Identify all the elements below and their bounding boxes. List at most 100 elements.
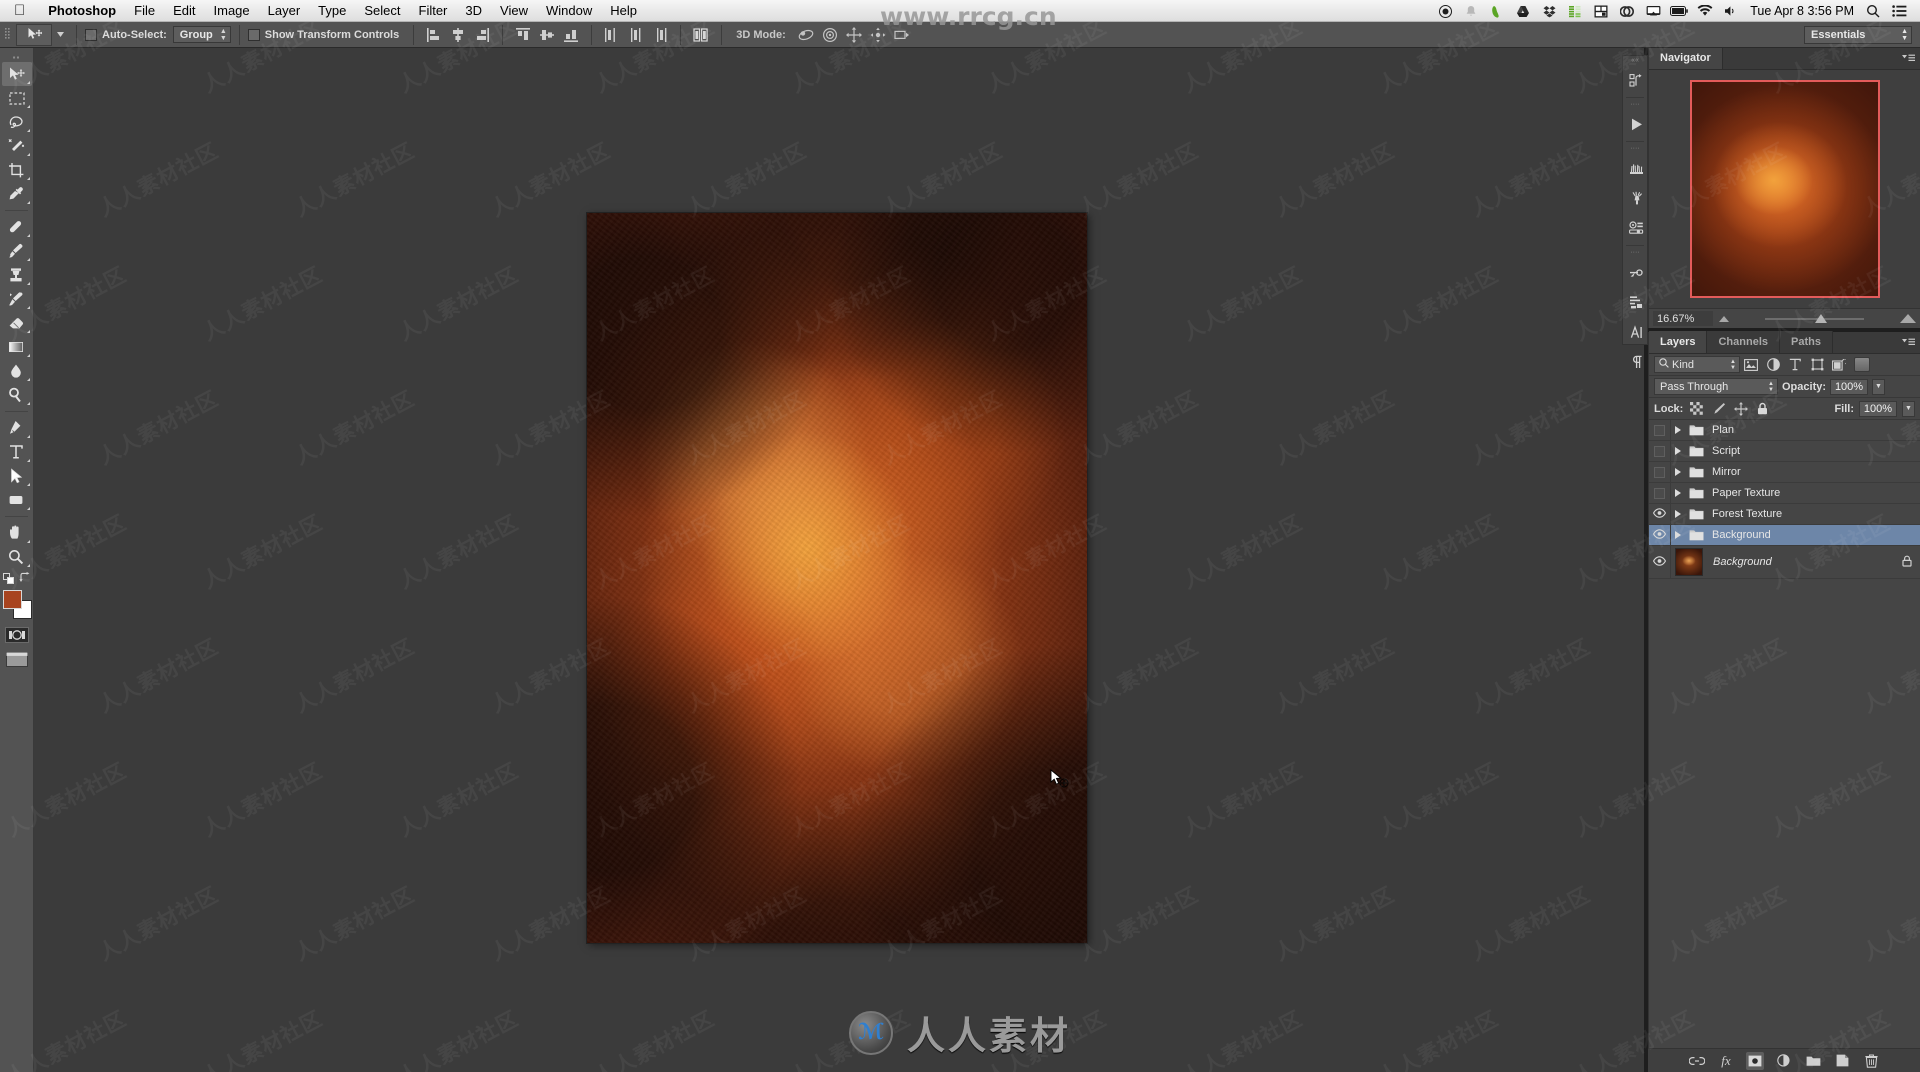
- tab-layers[interactable]: Layers: [1649, 331, 1708, 353]
- pan-3d-icon[interactable]: [843, 25, 865, 45]
- zoom-slider-handle[interactable]: [1814, 314, 1827, 323]
- add-layer-mask-icon[interactable]: [1746, 1051, 1764, 1070]
- screen-mode-icon[interactable]: [4, 649, 30, 669]
- distribute-center-icon[interactable]: [625, 25, 647, 45]
- layer-thumbnail[interactable]: [1675, 548, 1703, 576]
- rectangular-marquee-tool-icon[interactable]: [2, 86, 32, 110]
- scale-3d-icon[interactable]: [891, 25, 913, 45]
- dock-expand-grip[interactable]: ««: [1623, 56, 1647, 65]
- menu-view[interactable]: View: [491, 0, 537, 22]
- layer-row[interactable]: Plan: [1649, 420, 1920, 441]
- blur-tool-icon[interactable]: [2, 359, 32, 383]
- tab-navigator[interactable]: Navigator: [1649, 47, 1723, 69]
- magic-wand-tool-icon[interactable]: [2, 134, 32, 158]
- filter-pixel-layers-icon[interactable]: [1740, 356, 1762, 374]
- google-drive-icon[interactable]: [1510, 0, 1536, 22]
- swap-colors-icon[interactable]: [19, 570, 30, 588]
- layer-name[interactable]: Paper Texture: [1712, 487, 1780, 499]
- character-panel-icon[interactable]: [1623, 317, 1649, 347]
- menu-help[interactable]: Help: [601, 0, 646, 22]
- tab-paths[interactable]: Paths: [1780, 331, 1833, 353]
- group-disclosure-triangle-icon[interactable]: [1671, 426, 1685, 434]
- spotlight-search-icon[interactable]: [1860, 0, 1886, 22]
- align-left-edges-icon[interactable]: [423, 25, 445, 45]
- eyedropper-tool-icon[interactable]: [2, 182, 32, 206]
- layer-row[interactable]: Script: [1649, 441, 1920, 462]
- layer-row[interactable]: Paper Texture: [1649, 483, 1920, 504]
- creative-cloud-icon[interactable]: [1614, 0, 1640, 22]
- menu-photoshop[interactable]: Photoshop: [39, 0, 125, 22]
- layer-visibility-off[interactable]: [1649, 420, 1671, 440]
- filter-smart-object-icon[interactable]: [1828, 356, 1850, 374]
- group-disclosure-triangle-icon[interactable]: [1671, 468, 1685, 476]
- actions-panel-icon[interactable]: [1623, 109, 1649, 139]
- panel-menu-icon[interactable]: [1901, 53, 1915, 65]
- slide-3d-icon[interactable]: [867, 25, 889, 45]
- pen-tool-icon[interactable]: [2, 416, 32, 440]
- layer-name[interactable]: Plan: [1712, 424, 1734, 436]
- menu-file[interactable]: File: [125, 0, 164, 22]
- layer-name[interactable]: Background: [1712, 529, 1771, 541]
- crop-tool-icon[interactable]: [2, 158, 32, 182]
- link-layers-icon[interactable]: [1688, 1052, 1706, 1070]
- clone-stamp-tool-icon[interactable]: [2, 263, 32, 287]
- options-bar-grip[interactable]: [0, 22, 14, 48]
- zoom-slider[interactable]: [1735, 311, 1894, 327]
- fill-field[interactable]: 100%: [1859, 400, 1897, 417]
- layer-row[interactable]: Mirror: [1649, 462, 1920, 483]
- layer-visibility-eye-icon[interactable]: [1649, 546, 1671, 578]
- panel-menu-icon[interactable]: [1901, 337, 1915, 349]
- layer-visibility-eye-icon[interactable]: [1649, 525, 1671, 545]
- roll-3d-icon[interactable]: [819, 25, 841, 45]
- tab-channels[interactable]: Channels: [1707, 331, 1780, 353]
- auto-select-dropdown[interactable]: Group ▲ ▼: [172, 26, 231, 43]
- menu-filter[interactable]: Filter: [410, 0, 457, 22]
- path-selection-tool-icon[interactable]: [2, 464, 32, 488]
- notification-center-icon[interactable]: [1886, 0, 1912, 22]
- align-horizontal-centers-icon[interactable]: [447, 25, 469, 45]
- zoom-tool-icon[interactable]: [2, 545, 32, 569]
- move-tool-icon[interactable]: [1, 62, 32, 86]
- distribute-left-icon[interactable]: [601, 25, 623, 45]
- dock-group-grip[interactable]: ····: [1623, 100, 1647, 109]
- wifi-icon[interactable]: [1692, 0, 1718, 22]
- character-styles-panel-icon[interactable]: [1623, 287, 1649, 317]
- tools-panel-grip[interactable]: ▪▪: [0, 52, 33, 62]
- evernote-icon[interactable]: [1484, 0, 1510, 22]
- dropbox-icon[interactable]: [1536, 0, 1562, 22]
- new-layer-icon[interactable]: [1833, 1052, 1851, 1070]
- color-swatches[interactable]: [2, 589, 32, 619]
- zoom-in-large-icon[interactable]: [1900, 314, 1916, 323]
- layer-visibility-off[interactable]: [1649, 462, 1671, 482]
- auto-align-layers-icon[interactable]: [690, 25, 712, 45]
- group-disclosure-triangle-icon[interactable]: [1671, 447, 1685, 455]
- brush-presets-panel-icon[interactable]: [1623, 153, 1649, 183]
- default-colors-icon[interactable]: [3, 571, 14, 589]
- layer-styles-fx-icon[interactable]: fx: [1717, 1052, 1735, 1070]
- show-transform-controls-checkbox[interactable]: [247, 28, 260, 41]
- group-disclosure-triangle-icon[interactable]: [1671, 489, 1685, 497]
- volume-icon[interactable]: [1718, 0, 1744, 22]
- lock-image-pixels-icon[interactable]: [1710, 400, 1727, 417]
- layer-list[interactable]: Plan Script Mirror Paper Texture Forest Text…: [1649, 420, 1920, 1048]
- current-tool-move-icon[interactable]: [16, 23, 52, 46]
- layer-name[interactable]: Forest Texture: [1712, 508, 1782, 520]
- auto-select-checkbox[interactable]: [85, 28, 97, 41]
- zoom-out-small-icon[interactable]: [1719, 315, 1729, 322]
- menu-select[interactable]: Select: [355, 0, 409, 22]
- orbit-3d-icon[interactable]: [795, 25, 817, 45]
- menu-layer[interactable]: Layer: [259, 0, 310, 22]
- lock-transparent-pixels-icon[interactable]: [1688, 400, 1705, 417]
- fill-stepper-icon[interactable]: ▼: [1902, 400, 1915, 417]
- layer-row[interactable]: Background: [1649, 546, 1920, 579]
- menu-3d[interactable]: 3D: [456, 0, 491, 22]
- filter-enable-toggle[interactable]: [1854, 357, 1870, 372]
- navigator-preview-area[interactable]: [1649, 70, 1920, 308]
- brush-panel-icon[interactable]: [1623, 183, 1649, 213]
- dock-group-grip[interactable]: ····: [1623, 248, 1647, 257]
- opacity-stepper-icon[interactable]: ▼: [1872, 378, 1886, 395]
- lock-position-icon[interactable]: [1732, 400, 1749, 417]
- layer-name[interactable]: Background: [1713, 556, 1772, 568]
- document-canvas-image[interactable]: [587, 213, 1087, 943]
- paragraph-panel-icon[interactable]: [1623, 347, 1649, 377]
